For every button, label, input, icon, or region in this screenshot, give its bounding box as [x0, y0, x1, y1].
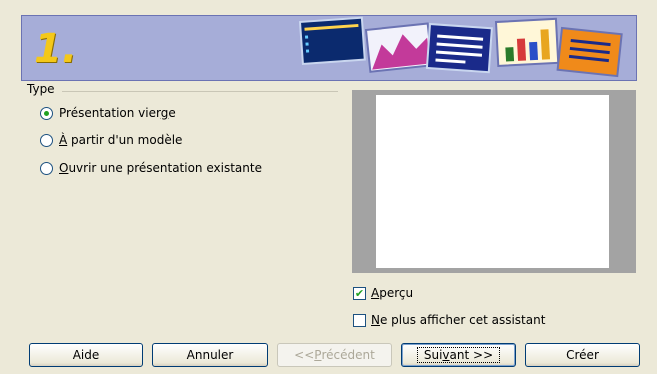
checkbox-label[interactable]: Ne plus afficher cet assistant — [371, 313, 545, 327]
label-accesskey: v — [442, 348, 450, 362]
help-button[interactable]: Aide — [29, 343, 143, 367]
label-accesskey: A — [371, 286, 380, 300]
label-accesskey: À — [59, 133, 68, 147]
banner-illustration — [298, 16, 623, 78]
checkbox-dont-show-wizard[interactable]: Ne plus afficher cet assistant — [353, 312, 545, 328]
label-part: << — [294, 348, 315, 362]
type-group-legend: Type — [27, 82, 55, 96]
next-button[interactable]: Suivant >> — [401, 343, 516, 367]
radio-selected-dot — [44, 110, 49, 116]
radio-open-existing[interactable]: Ouvrir une présentation existante — [40, 159, 262, 177]
label-part: Présentation vier — [59, 106, 161, 120]
label-accesskey: N — [371, 313, 380, 327]
label-part: partir d'un modèle — [67, 133, 183, 147]
label-part: récédent — [321, 348, 375, 362]
radio-label[interactable]: Ouvrir une présentation existante — [59, 161, 262, 175]
preview-frame — [352, 90, 636, 273]
radio-from-template[interactable]: À partir d'un modèle — [40, 131, 182, 149]
radio-button[interactable] — [40, 106, 53, 120]
radio-label[interactable]: Présentation vierge — [59, 106, 176, 120]
label-part: e plus afficher cet assistant — [379, 313, 546, 327]
cancel-button[interactable]: Annuler — [152, 343, 268, 367]
checkbox-preview[interactable]: ✔ Aperçu — [353, 285, 413, 301]
label-part: uvrir une présentation existante — [68, 161, 262, 175]
type-group-divider — [62, 91, 338, 92]
radio-label[interactable]: À partir d'un modèle — [59, 133, 182, 147]
checkbox-label[interactable]: Aperçu — [371, 286, 413, 300]
radio-button[interactable] — [40, 133, 53, 147]
wizard-banner: 1. — [21, 15, 637, 81]
back-button[interactable]: << Précédent — [277, 343, 392, 367]
label-part: ant >> — [449, 348, 494, 362]
checkbox-box[interactable] — [353, 313, 366, 327]
label-accesskey: P — [314, 348, 322, 362]
label-part: e — [168, 106, 176, 120]
radio-blank-presentation[interactable]: Présentation vierge — [40, 104, 176, 122]
preview-slide — [376, 95, 609, 268]
focus-ring: Suivant >> — [416, 347, 501, 363]
step-number: 1. — [34, 26, 78, 72]
label-part: Sui — [423, 348, 443, 362]
radio-button[interactable] — [40, 161, 53, 175]
label-part: perçu — [379, 286, 414, 300]
check-icon[interactable]: ✔ — [353, 286, 366, 300]
create-button[interactable]: Créer — [525, 343, 640, 367]
